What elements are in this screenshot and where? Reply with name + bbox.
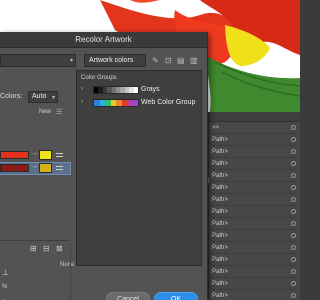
eyedropper-icon[interactable]: ✎ bbox=[152, 56, 159, 65]
layer-row[interactable]: Path> bbox=[209, 290, 300, 300]
delete-icon[interactable]: ▥ bbox=[190, 56, 198, 65]
artwork-colors-name-field[interactable]: Artwork colors bbox=[84, 54, 146, 67]
arrow-right-icon[interactable]: → bbox=[31, 150, 38, 157]
dialog-title: Recolor Artwork bbox=[0, 32, 207, 48]
layer-label: Path> bbox=[212, 209, 228, 215]
tint-options-icon[interactable]: ⊥ bbox=[2, 268, 9, 277]
layer-row[interactable]: Path> bbox=[209, 134, 300, 146]
new-group-folder-icon[interactable]: ▤ bbox=[177, 56, 185, 65]
dialog-toolbar: ▾ Artwork colors ✎ ⊡ ▤ ▥ bbox=[0, 54, 208, 68]
color-group-swatches bbox=[93, 99, 139, 107]
disclosure-arrow-icon[interactable]: › bbox=[81, 99, 83, 105]
layer-label: Path> bbox=[212, 149, 228, 155]
cancel-button[interactable]: Cancel bbox=[106, 292, 150, 300]
layer-label: Path> bbox=[212, 245, 228, 251]
target-circle-icon[interactable] bbox=[291, 233, 296, 238]
chevron-down-icon: ▾ bbox=[69, 58, 73, 64]
none-label: None bbox=[60, 262, 75, 268]
target-circle-icon[interactable] bbox=[291, 281, 296, 286]
recolor-artwork-dialog: Recolor Artwork ▾ Artwork colors ✎ ⊡ ▤ ▥… bbox=[0, 32, 208, 300]
target-circle-icon[interactable] bbox=[291, 221, 296, 226]
color-swatch bbox=[133, 87, 139, 93]
color-groups-panel: Color Groups › Grays › Web Color Group bbox=[76, 70, 202, 266]
layer-row[interactable]: Path> bbox=[209, 254, 300, 266]
color-group-row[interactable]: › Web Color Group bbox=[79, 98, 201, 109]
layer-row[interactable]: Path> bbox=[209, 230, 300, 242]
row-menu-icon[interactable] bbox=[56, 151, 63, 159]
color-group-row[interactable]: › Grays bbox=[79, 85, 201, 96]
target-circle-icon[interactable] bbox=[291, 209, 296, 214]
layers-panel: >> Path> Path> Path> Path> Path> Path> Path> Pat… bbox=[208, 112, 300, 300]
chevron-down-icon: ▾ bbox=[51, 95, 55, 101]
new-color-swatch[interactable] bbox=[39, 163, 52, 173]
target-circle-icon[interactable] bbox=[291, 257, 296, 262]
target-circle-icon[interactable] bbox=[291, 185, 296, 190]
target-circle-icon[interactable] bbox=[291, 245, 296, 250]
new-color-swatch[interactable] bbox=[39, 150, 52, 160]
layers-panel-header bbox=[209, 112, 300, 122]
layer-list: >> Path> Path> Path> Path> Path> Path> Path> Pat… bbox=[209, 122, 300, 300]
layer-row[interactable]: Path> bbox=[209, 266, 300, 278]
color-swatch bbox=[132, 100, 138, 106]
divider bbox=[70, 242, 71, 300]
layer-label: Path> bbox=[212, 281, 228, 287]
target-circle-icon[interactable] bbox=[291, 269, 296, 274]
row-menu-icon[interactable] bbox=[56, 164, 63, 172]
divider bbox=[0, 240, 70, 241]
separate-colors-icon[interactable]: ⊟ bbox=[43, 244, 50, 253]
layer-row[interactable]: >> bbox=[209, 122, 300, 134]
color-row[interactable]: → bbox=[0, 162, 71, 175]
color-groups-title: Color Groups bbox=[81, 75, 117, 81]
layer-label: Path> bbox=[212, 257, 228, 263]
target-circle-icon[interactable] bbox=[291, 293, 296, 298]
colors-label: Colors: bbox=[0, 93, 23, 100]
side-mark: % bbox=[2, 284, 8, 290]
layer-label: Path> bbox=[212, 161, 228, 167]
layer-label: Path> bbox=[212, 173, 228, 179]
target-circle-icon[interactable] bbox=[291, 197, 296, 202]
layer-row[interactable]: Path> bbox=[209, 158, 300, 170]
layer-label: Path> bbox=[212, 293, 228, 299]
merge-colors-icon[interactable]: ⊞ bbox=[30, 244, 37, 253]
layer-row[interactable]: Path> bbox=[209, 206, 300, 218]
preset-select[interactable]: ▾ bbox=[0, 54, 76, 67]
layer-row[interactable]: Path> bbox=[209, 218, 300, 230]
color-group-name: Grays bbox=[141, 86, 160, 93]
save-group-icon[interactable]: ⊡ bbox=[165, 56, 172, 65]
layer-label: Path> bbox=[212, 185, 228, 191]
target-circle-icon[interactable] bbox=[291, 137, 296, 142]
target-circle-icon[interactable] bbox=[291, 125, 296, 130]
layer-row[interactable]: Path> bbox=[209, 146, 300, 158]
options-icon[interactable]: ☰ bbox=[56, 108, 62, 117]
layer-label: Path> bbox=[212, 221, 228, 227]
arrow-right-icon[interactable]: → bbox=[31, 163, 38, 170]
layer-label: Path> bbox=[212, 233, 228, 239]
target-circle-icon[interactable] bbox=[291, 149, 296, 154]
colors-count-row: Colors: Auto ▾ bbox=[0, 91, 76, 104]
layer-label: Path> bbox=[212, 137, 228, 143]
new-column-label: New bbox=[39, 109, 52, 115]
color-group-name: Web Color Group bbox=[141, 99, 196, 106]
layer-row[interactable]: Path> bbox=[209, 242, 300, 254]
color-row[interactable]: → bbox=[0, 150, 70, 161]
new-row-icon[interactable]: ⊠ bbox=[56, 244, 63, 253]
current-color-swatch[interactable] bbox=[0, 151, 29, 159]
current-color-swatch[interactable] bbox=[0, 164, 29, 172]
colors-count-select[interactable]: Auto ▾ bbox=[28, 91, 58, 103]
colors-select-value: Auto bbox=[32, 93, 47, 100]
layer-label: Path> bbox=[212, 197, 228, 203]
layer-row[interactable]: Path> bbox=[209, 170, 300, 182]
layer-label: Path> bbox=[212, 269, 228, 275]
layer-row[interactable]: Path> bbox=[209, 278, 300, 290]
layer-row[interactable]: Path> bbox=[209, 194, 300, 206]
target-circle-icon[interactable] bbox=[291, 161, 296, 166]
layer-label: >> bbox=[212, 125, 220, 131]
color-group-swatches bbox=[93, 86, 139, 94]
layer-row[interactable]: Path> bbox=[209, 182, 300, 194]
target-circle-icon[interactable] bbox=[291, 173, 296, 178]
ok-button[interactable]: OK bbox=[154, 292, 198, 300]
disclosure-arrow-icon[interactable]: › bbox=[81, 86, 83, 92]
